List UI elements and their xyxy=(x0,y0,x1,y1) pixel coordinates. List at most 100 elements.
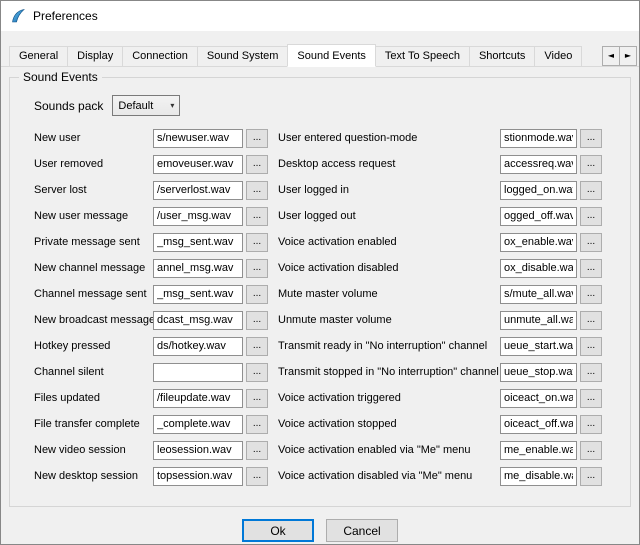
browse-button[interactable]: ... xyxy=(580,233,602,252)
sound-file-input[interactable] xyxy=(500,155,577,174)
sound-event-row: Server lost ... xyxy=(34,177,268,203)
sound-event-label: User entered question-mode xyxy=(278,132,500,144)
tab-sound-system[interactable]: Sound System xyxy=(197,46,289,66)
browse-button[interactable]: ... xyxy=(580,441,602,460)
tab-scroll-left-button[interactable]: ◄ xyxy=(602,46,620,66)
sound-event-label: Transmit ready in "No interruption" chan… xyxy=(278,340,500,352)
browse-button[interactable]: ... xyxy=(246,259,268,278)
browse-button[interactable]: ... xyxy=(246,467,268,486)
sound-file-input[interactable] xyxy=(500,389,577,408)
sound-file-input[interactable] xyxy=(153,441,243,460)
dropdown-arrow-icon: ▾ xyxy=(170,101,174,110)
sound-event-label: User logged in xyxy=(278,184,500,196)
sound-file-input[interactable] xyxy=(153,415,243,434)
sound-file-input[interactable] xyxy=(153,337,243,356)
sound-event-row: Desktop access request ... xyxy=(278,151,602,177)
sound-event-row: Files updated ... xyxy=(34,385,268,411)
sound-file-input[interactable] xyxy=(153,467,243,486)
browse-button[interactable]: ... xyxy=(246,441,268,460)
browse-button[interactable]: ... xyxy=(246,155,268,174)
browse-button[interactable]: ... xyxy=(246,181,268,200)
browse-button[interactable]: ... xyxy=(580,311,602,330)
sound-file-input[interactable] xyxy=(500,311,577,330)
sound-event-row: Voice activation disabled ... xyxy=(278,255,602,281)
sound-event-columns: New user ... User removed ... Server los… xyxy=(34,125,602,489)
sound-event-row: Voice activation triggered ... xyxy=(278,385,602,411)
sound-event-row: File transfer complete ... xyxy=(34,411,268,437)
sound-file-input[interactable] xyxy=(500,467,577,486)
browse-button[interactable]: ... xyxy=(246,233,268,252)
sound-event-row: New user message ... xyxy=(34,203,268,229)
titlebar[interactable]: Preferences xyxy=(1,1,639,31)
sound-event-label: Transmit stopped in "No interruption" ch… xyxy=(278,366,500,378)
ok-button[interactable]: Ok xyxy=(242,519,314,542)
sound-file-input[interactable] xyxy=(153,311,243,330)
sound-file-input[interactable] xyxy=(153,363,243,382)
browse-button[interactable]: ... xyxy=(246,285,268,304)
sound-file-input[interactable] xyxy=(153,207,243,226)
browse-button[interactable]: ... xyxy=(580,285,602,304)
sound-file-input[interactable] xyxy=(500,129,577,148)
cancel-button[interactable]: Cancel xyxy=(326,519,398,542)
tab-general[interactable]: General xyxy=(9,46,68,66)
sound-event-label: New video session xyxy=(34,444,153,456)
sound-file-input[interactable] xyxy=(500,285,577,304)
tab-shortcuts[interactable]: Shortcuts xyxy=(469,46,535,66)
sound-event-row: Voice activation enabled ... xyxy=(278,229,602,255)
sound-file-input[interactable] xyxy=(500,207,577,226)
browse-button[interactable]: ... xyxy=(580,467,602,486)
sound-event-row: Voice activation stopped ... xyxy=(278,411,602,437)
sound-event-label: Desktop access request xyxy=(278,158,500,170)
sound-file-input[interactable] xyxy=(153,129,243,148)
sound-file-input[interactable] xyxy=(153,181,243,200)
browse-button[interactable]: ... xyxy=(580,155,602,174)
sound-event-label: Voice activation stopped xyxy=(278,418,500,430)
sound-event-row: Private message sent ... xyxy=(34,229,268,255)
sound-event-row: Unmute master volume ... xyxy=(278,307,602,333)
browse-button[interactable]: ... xyxy=(246,337,268,356)
sound-file-input[interactable] xyxy=(500,181,577,200)
browse-button[interactable]: ... xyxy=(580,389,602,408)
tab-text-to-speech[interactable]: Text To Speech xyxy=(375,46,470,66)
sound-file-input[interactable] xyxy=(153,389,243,408)
sound-file-input[interactable] xyxy=(500,415,577,434)
sound-file-input[interactable] xyxy=(500,233,577,252)
tab-connection[interactable]: Connection xyxy=(122,46,198,66)
right-column: User entered question-mode ... Desktop a… xyxy=(278,125,602,489)
sound-event-row: Channel message sent ... xyxy=(34,281,268,307)
browse-button[interactable]: ... xyxy=(580,337,602,356)
sound-file-input[interactable] xyxy=(153,155,243,174)
tab-display[interactable]: Display xyxy=(67,46,123,66)
browse-button[interactable]: ... xyxy=(580,129,602,148)
browse-button[interactable]: ... xyxy=(246,389,268,408)
browse-button[interactable]: ... xyxy=(246,207,268,226)
preferences-dialog: Preferences General Display Connection S… xyxy=(0,0,640,545)
browse-button[interactable]: ... xyxy=(580,415,602,434)
sounds-pack-select[interactable]: Default ▾ xyxy=(112,95,180,116)
browse-button[interactable]: ... xyxy=(246,129,268,148)
sound-event-label: Voice activation disabled via "Me" menu xyxy=(278,470,500,482)
sound-event-label: Voice activation enabled via "Me" menu xyxy=(278,444,500,456)
browse-button[interactable]: ... xyxy=(246,415,268,434)
tab-scroll-right-button[interactable]: ► xyxy=(619,46,637,66)
sound-file-input[interactable] xyxy=(500,363,577,382)
sound-events-groupbox: Sound Events Sounds pack Default ▾ New u… xyxy=(9,77,631,507)
tab-sound-events[interactable]: Sound Events xyxy=(287,44,376,67)
sound-event-label: New broadcast message xyxy=(34,314,153,326)
sound-file-input[interactable] xyxy=(153,285,243,304)
sound-event-label: Unmute master volume xyxy=(278,314,500,326)
sound-file-input[interactable] xyxy=(153,259,243,278)
sound-file-input[interactable] xyxy=(500,337,577,356)
sound-event-label: New user xyxy=(34,132,153,144)
browse-button[interactable]: ... xyxy=(246,311,268,330)
sound-file-input[interactable] xyxy=(153,233,243,252)
browse-button[interactable]: ... xyxy=(580,259,602,278)
sound-file-input[interactable] xyxy=(500,441,577,460)
tab-video[interactable]: Video xyxy=(534,46,582,66)
left-column: New user ... User removed ... Server los… xyxy=(34,125,268,489)
sound-file-input[interactable] xyxy=(500,259,577,278)
browse-button[interactable]: ... xyxy=(580,181,602,200)
browse-button[interactable]: ... xyxy=(580,363,602,382)
browse-button[interactable]: ... xyxy=(246,363,268,382)
browse-button[interactable]: ... xyxy=(580,207,602,226)
